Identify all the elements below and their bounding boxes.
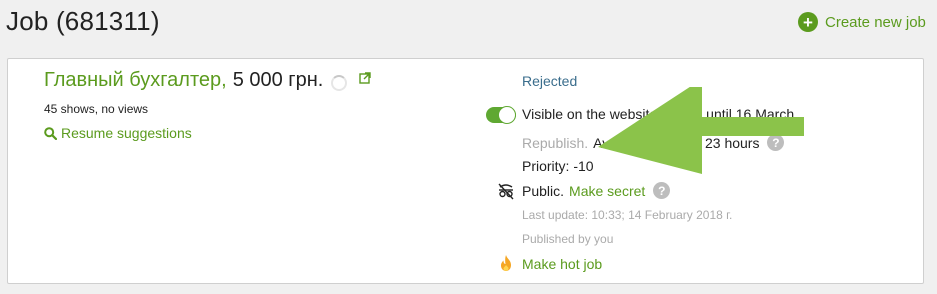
republish-link[interactable]: Republish. bbox=[522, 135, 588, 151]
hot-job-row: Make hot job bbox=[522, 256, 602, 272]
no-secret-icon bbox=[498, 183, 514, 200]
priority-label: Priority: -10 bbox=[522, 158, 594, 174]
make-secret-link[interactable]: Make secret bbox=[569, 183, 645, 199]
job-stats: 45 shows, no views bbox=[44, 102, 149, 116]
arrow-left-icon bbox=[598, 87, 804, 174]
priority-row: Priority: -10 bbox=[522, 158, 594, 174]
make-hot-job-link[interactable]: Make hot job bbox=[522, 256, 602, 272]
public-label: Public. bbox=[522, 182, 565, 199]
resume-suggestions-label: Resume suggestions bbox=[61, 125, 192, 141]
job-salary: 5 000 грн. bbox=[232, 69, 324, 91]
published-by: Published by you bbox=[522, 232, 614, 246]
create-new-job-button[interactable]: + Create new job bbox=[798, 12, 926, 32]
job-card: Главный бухгалтер, 5 000 грн. 45 shows, … bbox=[7, 58, 924, 284]
visibility-toggle[interactable] bbox=[486, 106, 516, 124]
loading-spinner-icon bbox=[331, 74, 348, 91]
last-update: Last update: 10:33; 14 February 2018 г. bbox=[522, 208, 733, 222]
job-title-row: Главный бухгалтер, 5 000 грн. bbox=[44, 69, 372, 92]
page-title: Job (681311) bbox=[6, 6, 160, 36]
toggle-knob bbox=[498, 106, 516, 124]
status-badge: Rejected bbox=[522, 73, 578, 89]
public-row: Public. Make secret ? bbox=[522, 182, 671, 199]
resume-suggestions-link[interactable]: Resume suggestions bbox=[44, 125, 192, 141]
plus-icon: + bbox=[798, 12, 818, 32]
search-icon bbox=[44, 126, 57, 140]
fire-icon bbox=[501, 255, 511, 271]
job-name-link[interactable]: Главный бухгалтер, bbox=[44, 69, 227, 92]
help-icon[interactable]: ? bbox=[653, 182, 671, 199]
create-new-job-label: Create new job bbox=[825, 13, 926, 31]
external-link-icon[interactable] bbox=[359, 71, 372, 84]
